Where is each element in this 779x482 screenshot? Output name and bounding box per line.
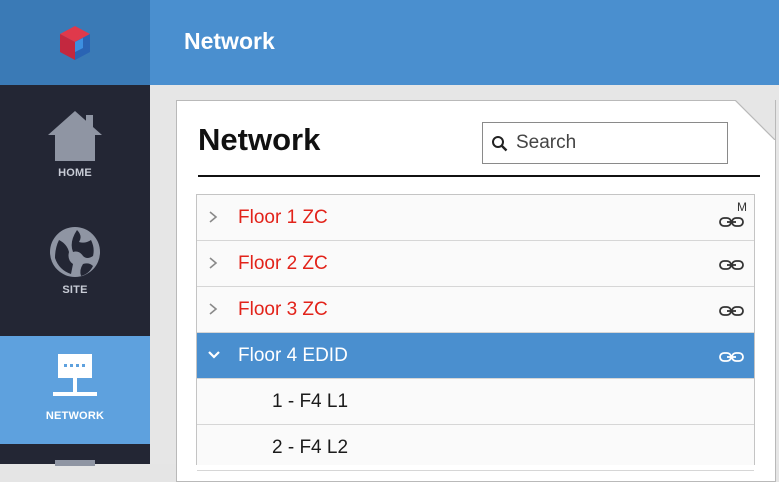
panel-title: Network — [198, 122, 321, 157]
search-box[interactable] — [482, 122, 728, 164]
chevron-right-icon[interactable] — [207, 255, 221, 271]
tree-row-child[interactable]: 2 - F4 L2 — [197, 425, 754, 471]
tree-row-label: Floor 3 ZC — [238, 299, 328, 320]
network-icon — [53, 354, 97, 396]
tree-row-label: Floor 2 ZC — [238, 253, 328, 274]
nav-label-network: NETWORK — [45, 410, 105, 422]
tree-row-floor-1[interactable]: Floor 1 ZC M — [197, 195, 754, 241]
tree-row-label: Floor 4 EDID — [238, 345, 348, 366]
tree-row-floor-2[interactable]: Floor 2 ZC — [197, 241, 754, 287]
app-title: Network — [184, 28, 275, 54]
title-divider — [198, 175, 760, 177]
tree-row-child[interactable]: 1 - F4 L1 — [197, 379, 754, 425]
chevron-down-icon[interactable] — [207, 347, 221, 363]
tree-row-label: Floor 1 ZC — [238, 207, 328, 228]
link-icon[interactable] — [719, 300, 747, 322]
nav-item-partial[interactable] — [0, 458, 150, 468]
globe-icon — [50, 227, 100, 277]
link-icon[interactable] — [719, 208, 747, 230]
tree-row-label: 1 - F4 L1 — [272, 391, 349, 412]
link-icon[interactable] — [719, 346, 747, 368]
nav-label-site: SITE — [62, 284, 88, 296]
partial-nav-icon — [55, 460, 95, 466]
panel-corner-fold — [735, 100, 775, 140]
tree-row-floor-3[interactable]: Floor 3 ZC — [197, 287, 754, 333]
nav-item-network[interactable]: NETWORK — [0, 336, 150, 444]
tree-row-floor-4[interactable]: Floor 4 EDID — [197, 333, 754, 379]
chevron-right-icon[interactable] — [207, 209, 221, 225]
home-icon — [48, 111, 102, 161]
cube-logo-icon — [60, 25, 90, 60]
search-input[interactable] — [514, 131, 718, 155]
tree-row-label: 2 - F4 L2 — [272, 437, 349, 458]
side-nav: HOME SITE NETWORK — [0, 85, 150, 466]
logo-area[interactable] — [0, 0, 150, 85]
link-icon[interactable] — [719, 254, 747, 276]
chevron-right-icon[interactable] — [207, 301, 221, 317]
network-tree: Floor 1 ZC M Floor 2 ZC Floor 3 ZC Floor… — [196, 194, 755, 471]
nav-label-home: HOME — [58, 167, 92, 179]
search-icon — [492, 135, 508, 151]
nav-item-home[interactable]: HOME — [0, 99, 150, 209]
nav-item-site[interactable]: SITE — [0, 218, 150, 328]
